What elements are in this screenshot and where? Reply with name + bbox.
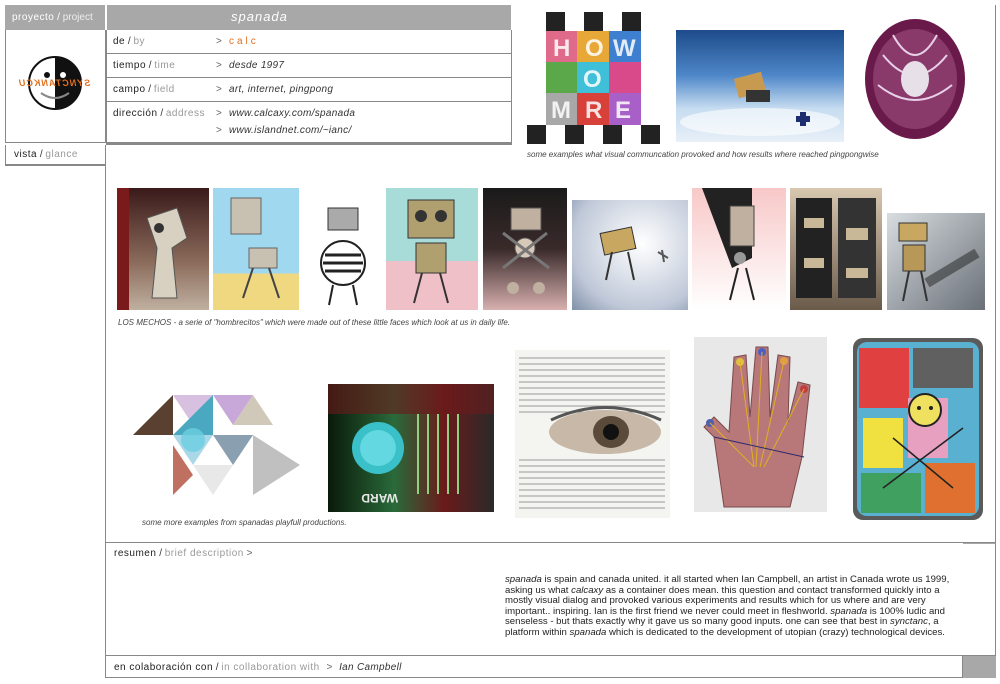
cabbage-icon (865, 19, 965, 139)
mecho-figure-icon (599, 226, 669, 281)
grid-image-how-more[interactable]: H O W M O R E (527, 12, 660, 144)
main-frame-top (5, 165, 106, 166)
caption-mechos: LOS MECHOS - a serie of "hombrecitos" wh… (118, 318, 511, 327)
glance-line (106, 144, 512, 145)
image-eye-log[interactable] (515, 350, 670, 518)
summary-paragraph: spanada is spain and canada united. it a… (505, 574, 950, 638)
image-colorful-painting[interactable] (853, 338, 983, 520)
image-flying-robot[interactable] (676, 30, 844, 142)
summary-header-bar (963, 543, 995, 544)
page-title: spanada (231, 9, 288, 24)
mecho-8[interactable] (790, 188, 882, 310)
svg-text:WARD: WARD (361, 491, 398, 505)
mecho-figure-icon (502, 207, 550, 294)
hand-icon (703, 346, 811, 508)
mecho-figure-icon (320, 207, 366, 306)
triangle-collage-icon (133, 395, 300, 495)
mecho-figure-icon (407, 199, 455, 304)
image-red-cabbage[interactable] (863, 15, 967, 143)
glance-label: vista / glance (5, 145, 106, 165)
mecho-2[interactable] (213, 188, 299, 310)
caption-more: some more examples from spanadas playful… (142, 518, 347, 527)
image-triangles[interactable] (133, 395, 300, 495)
image-green-sphere[interactable]: WARD (328, 384, 494, 512)
summary-label: resumen / brief description > (114, 548, 253, 559)
grid-letter: M (551, 97, 571, 124)
eye-log-icon (519, 357, 665, 509)
grid-letter: R (585, 97, 602, 124)
mecho-4[interactable] (386, 188, 478, 310)
mecho-7[interactable] (692, 188, 786, 310)
how-more-grid-icon: H O W M O R E (527, 12, 660, 144)
grid-letter: O (585, 35, 604, 62)
collab-label: en colaboración con / in collaboration w… (114, 662, 402, 673)
mecho-figure-icon (117, 188, 188, 310)
collaborator-name: Ian Campbell (339, 662, 402, 673)
logo-text: SYNCTANKCU (18, 78, 91, 88)
mecho-figure-icon (796, 198, 876, 298)
grid-letter: H (553, 35, 570, 62)
grid-letter: W (613, 35, 636, 62)
mecho-figure-icon (230, 197, 280, 299)
mecho-1[interactable] (117, 188, 209, 310)
caption-top: some examples what visual communcation p… (527, 150, 879, 159)
robot-figure-icon (680, 71, 840, 136)
project-label: proyecto / project (12, 12, 93, 23)
grid-letter: O (583, 66, 602, 93)
mecho-9[interactable] (887, 213, 985, 310)
collab-corner-bar (963, 656, 996, 678)
painting-icon (857, 342, 979, 516)
title-bar (107, 5, 511, 30)
right-border-top (995, 5, 996, 165)
mecho-5[interactable] (483, 188, 567, 310)
image-hand[interactable] (694, 337, 827, 512)
sphere-collage-icon: WARD (328, 384, 494, 505)
mecho-figure-icon (702, 188, 755, 301)
mecho-6[interactable] (572, 200, 688, 310)
mecho-3[interactable] (303, 193, 381, 308)
info-rows-border (106, 30, 512, 144)
grid-letter: E (615, 97, 631, 124)
mecho-figure-icon (898, 222, 980, 302)
